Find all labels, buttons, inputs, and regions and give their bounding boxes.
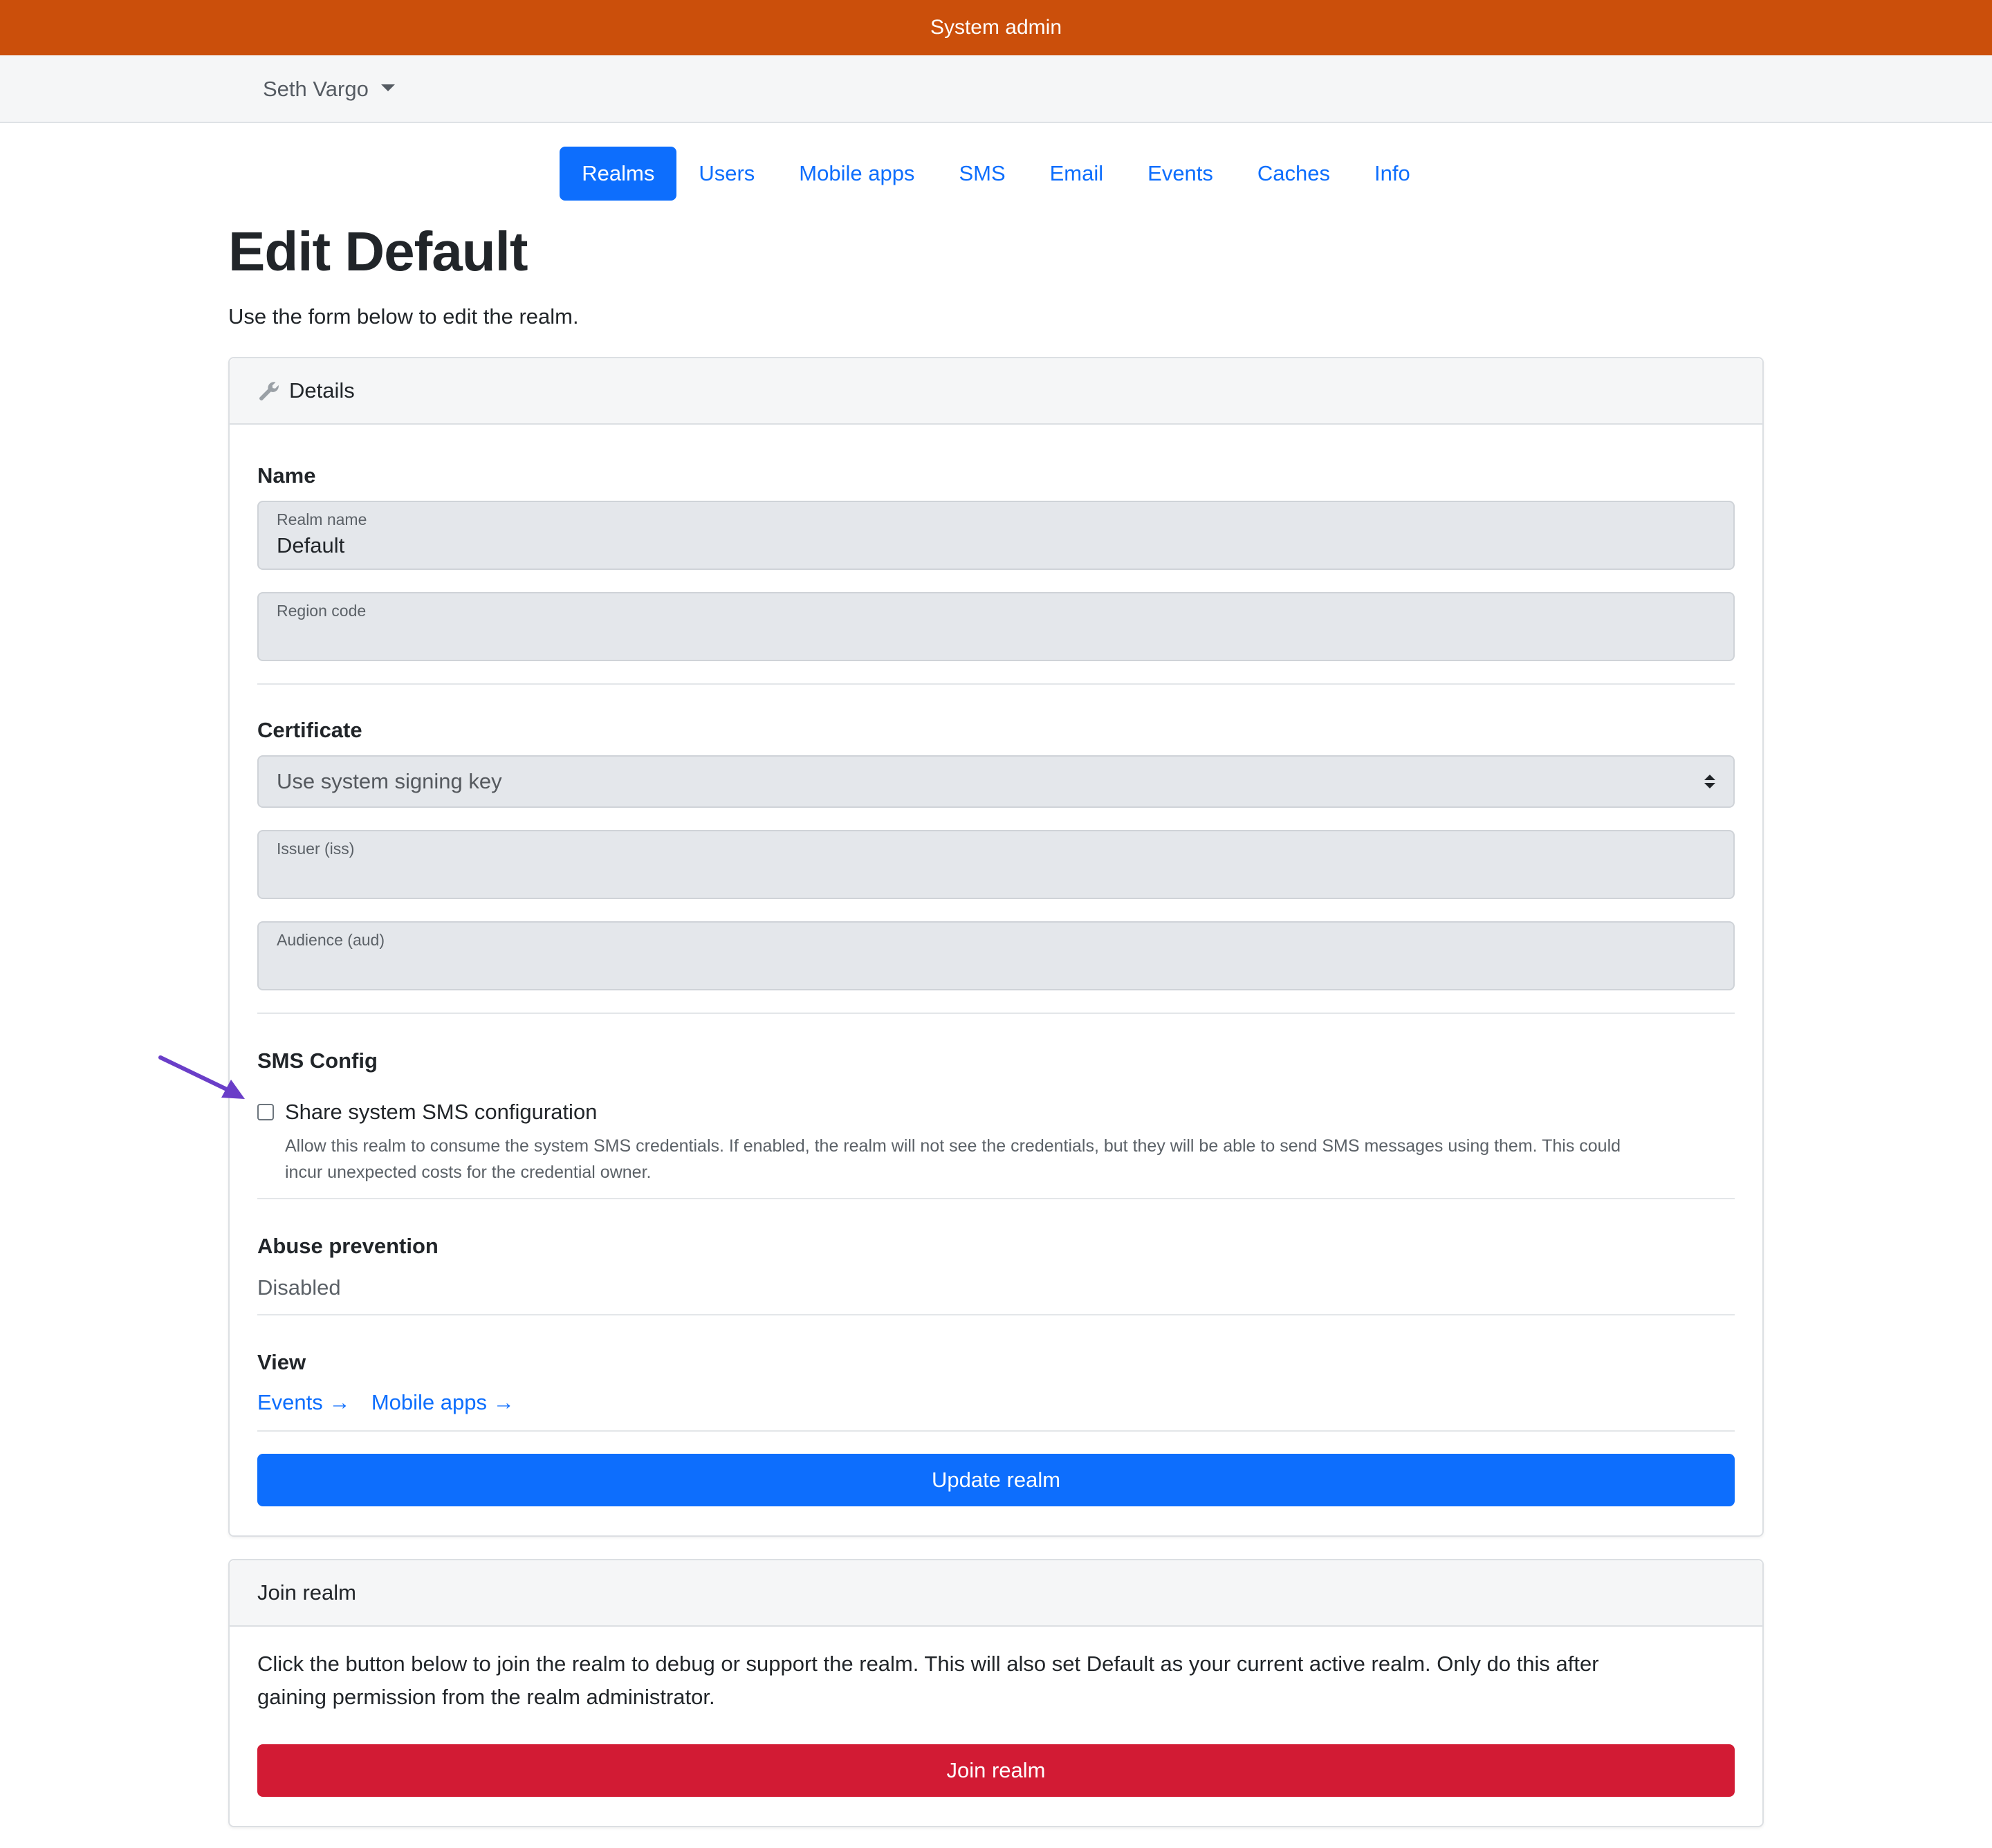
name-section-title: Name — [257, 463, 316, 488]
issuer-field[interactable]: Issuer (iss) — [257, 830, 1735, 899]
details-card-header: Details — [230, 358, 1762, 425]
audience-label: Audience (aud) — [277, 931, 385, 949]
chevron-down-icon — [380, 84, 395, 91]
view-links: Events → Mobile apps → — [257, 1390, 1735, 1415]
realm-name-value: Default — [277, 533, 345, 557]
tab-realms[interactable]: Realms — [560, 147, 677, 201]
join-realm-header-label: Join realm — [257, 1580, 356, 1605]
details-header-label: Details — [289, 378, 355, 403]
view-mobile-apps-link[interactable]: Mobile apps → — [371, 1390, 515, 1414]
divider — [257, 1198, 1735, 1199]
issuer-label: Issuer (iss) — [277, 840, 355, 858]
join-realm-text-line: Click the button below to join the realm… — [257, 1652, 1599, 1676]
realm-name-label: Realm name — [277, 510, 367, 528]
join-realm-button[interactable]: Join realm — [257, 1744, 1735, 1797]
annotation-arrow-icon — [158, 1055, 245, 1099]
tab-sms[interactable]: SMS — [937, 147, 1027, 201]
join-realm-card: Join realm Click the button below to joi… — [228, 1559, 1764, 1827]
share-sms-label[interactable]: Share system SMS configuration — [285, 1100, 597, 1125]
user-name: Seth Vargo — [263, 77, 369, 101]
abuse-prevention-section-title: Abuse prevention — [257, 1234, 439, 1258]
details-card: Details Name Realm name Default Region c… — [228, 357, 1764, 1537]
tab-mobile-apps[interactable]: Mobile apps — [777, 147, 937, 201]
details-card-body: Name Realm name Default Region code Cert… — [230, 425, 1762, 1537]
divider — [257, 683, 1735, 685]
certificate-select[interactable]: Use system signing key — [257, 755, 1735, 808]
region-code-field[interactable]: Region code — [257, 592, 1735, 661]
join-realm-card-header: Join realm — [230, 1560, 1762, 1627]
share-sms-row: Share system SMS configuration — [257, 1100, 1735, 1125]
share-sms-help-line: Allow this realm to consume the system S… — [285, 1136, 1621, 1156]
share-sms-checkbox[interactable] — [257, 1104, 274, 1120]
sms-config-section-title: SMS Config — [257, 1048, 378, 1073]
page-subtitle: Use the form below to edit the realm. — [228, 304, 579, 329]
wrench-icon — [257, 379, 281, 403]
certificate-select-value: Use system signing key — [277, 769, 502, 793]
join-realm-card-body: Click the button below to join the realm… — [230, 1627, 1762, 1827]
tab-caches[interactable]: Caches — [1235, 147, 1352, 201]
abuse-prevention-status: Disabled — [257, 1275, 341, 1300]
tab-email[interactable]: Email — [1028, 147, 1126, 201]
divider — [257, 1430, 1735, 1432]
select-arrows-icon — [1704, 775, 1715, 788]
update-realm-button[interactable]: Update realm — [257, 1454, 1735, 1506]
system-admin-banner: System admin — [0, 0, 1992, 55]
user-bar: Seth Vargo — [0, 55, 1992, 123]
admin-nav: Realms Users Mobile apps SMS Email Event… — [0, 147, 1992, 201]
view-events-link[interactable]: Events → — [257, 1390, 350, 1414]
view-section-title: View — [257, 1350, 306, 1374]
share-sms-help-line: incur unexpected costs for the credentia… — [285, 1163, 652, 1182]
tab-users[interactable]: Users — [676, 147, 777, 201]
region-code-label: Region code — [277, 602, 367, 620]
tab-info[interactable]: Info — [1352, 147, 1432, 201]
banner-title: System admin — [930, 16, 1062, 39]
share-sms-help: Allow this realm to consume the system S… — [285, 1133, 1735, 1185]
join-realm-description: Click the button below to join the realm… — [257, 1647, 1735, 1714]
divider — [257, 1013, 1735, 1014]
user-menu-dropdown[interactable]: Seth Vargo — [263, 55, 395, 123]
join-realm-text-line: gaining permission from the realm admini… — [257, 1685, 715, 1709]
page-title: Edit Default — [228, 221, 528, 282]
realm-name-field[interactable]: Realm name Default — [257, 501, 1735, 570]
audience-field[interactable]: Audience (aud) — [257, 921, 1735, 990]
certificate-section-title: Certificate — [257, 718, 362, 742]
divider — [257, 1314, 1735, 1315]
tab-events[interactable]: Events — [1125, 147, 1235, 201]
